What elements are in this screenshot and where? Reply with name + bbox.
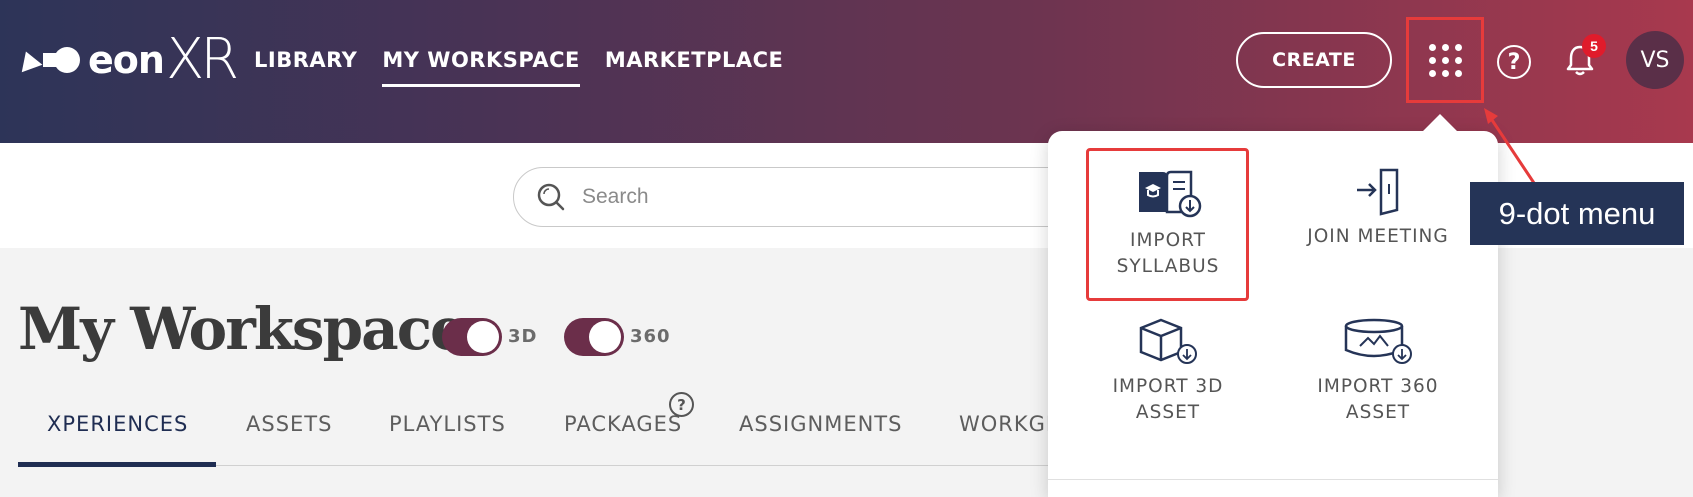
menu-import-3d-asset[interactable]: IMPORT 3D ASSET: [1088, 316, 1248, 426]
menu-import-3d-label: IMPORT 3D ASSET: [1112, 376, 1224, 423]
eonxr-logo[interactable]: eon XR: [15, 27, 239, 92]
import-360-icon: [1344, 318, 1412, 364]
toggle-360[interactable]: [564, 318, 624, 356]
create-button[interactable]: CREATE: [1236, 32, 1392, 88]
nav-my-workspace[interactable]: MY WORKSPACE: [382, 48, 580, 87]
tab-xperiences[interactable]: XPERIENCES: [47, 412, 188, 436]
logo-eon-text: eon: [88, 38, 165, 82]
active-tab-underline: [18, 462, 216, 467]
packages-help-icon[interactable]: ?: [669, 392, 694, 417]
nav-marketplace[interactable]: MARKETPLACE: [605, 48, 784, 87]
search-input[interactable]: [582, 185, 1082, 209]
import-3d-icon: [1139, 318, 1197, 364]
menu-import-syllabus-label: IMPORT SYLLABUS: [1116, 230, 1220, 277]
menu-join-meeting[interactable]: JOIN MEETING: [1298, 166, 1458, 250]
nav-library[interactable]: LIBRARY: [254, 48, 357, 87]
callout-arrow: [1484, 108, 1538, 187]
notification-badge: 5: [1582, 34, 1606, 58]
menu-import-360-label: IMPORT 360 ASSET: [1317, 376, 1439, 423]
menu-import-syllabus[interactable]: IMPORT SYLLABUS: [1088, 166, 1248, 280]
toggle-360-label: 360: [630, 326, 671, 347]
toggle-3d-label: 3D: [508, 326, 538, 347]
tab-assignments[interactable]: ASSIGNMENTS: [739, 412, 902, 436]
nine-dot-menu-button[interactable]: [1406, 17, 1484, 103]
menu-join-meeting-label: JOIN MEETING: [1307, 226, 1449, 247]
main-nav: LIBRARY MY WORKSPACE MARKETPLACE: [254, 48, 783, 87]
page-title: My Workspace: [18, 295, 467, 363]
logo-xr-text: XR: [165, 27, 239, 92]
workspace-tabs: XPERIENCES ASSETS PLAYLISTS PACKAGES ASS…: [18, 400, 1061, 467]
tab-playlists[interactable]: PLAYLISTS: [389, 412, 506, 436]
menu-divider: [1048, 479, 1498, 480]
tab-assets[interactable]: ASSETS: [246, 412, 332, 436]
logo-mark-icon: [15, 47, 80, 73]
import-syllabus-icon: [1139, 170, 1202, 218]
nine-dot-callout-label: 9-dot menu: [1470, 182, 1684, 245]
search-bar[interactable]: [513, 167, 1113, 227]
nine-dot-dropdown-menu: IMPORT SYLLABUS JOIN MEETING IMPORT 3D A…: [1048, 131, 1498, 497]
join-meeting-icon: [1357, 168, 1399, 216]
user-avatar[interactable]: VS: [1626, 31, 1684, 89]
tab-workgroups[interactable]: WORKGR: [959, 412, 1062, 436]
search-icon: [537, 183, 565, 211]
grid-dots-icon: [1428, 43, 1462, 77]
help-icon[interactable]: ?: [1497, 45, 1531, 79]
toggle-3d[interactable]: [442, 318, 502, 356]
menu-import-360-asset[interactable]: IMPORT 360 ASSET: [1298, 316, 1458, 426]
tab-packages[interactable]: PACKAGES: [564, 412, 682, 436]
